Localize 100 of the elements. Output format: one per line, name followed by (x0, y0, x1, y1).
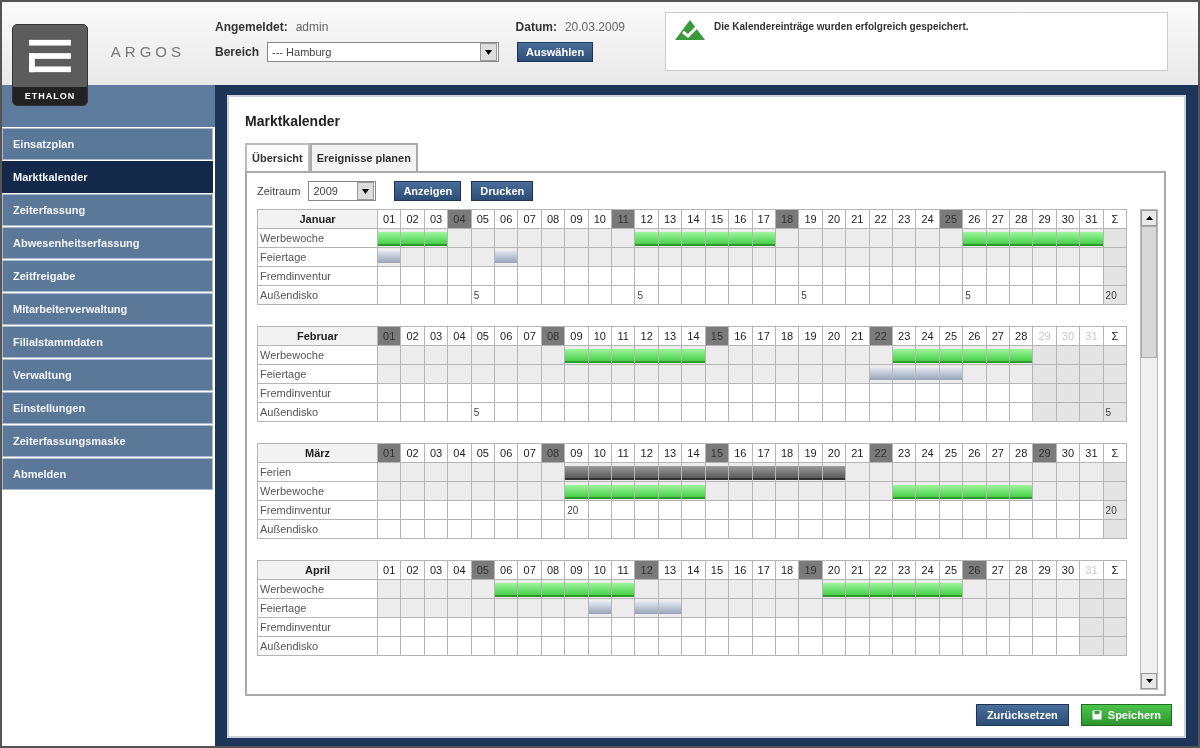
table-cell[interactable]: 20 (564, 500, 589, 520)
sidebar-item[interactable]: Abmelden (2, 458, 213, 490)
day-header: 06 (494, 326, 518, 346)
row-label: Werbewoche (257, 345, 378, 365)
day-header: 25 (939, 326, 963, 346)
day-header: 21 (845, 443, 870, 463)
table-cell[interactable]: 5 (471, 402, 495, 422)
day-header: 02 (400, 560, 425, 580)
day-header: 16 (728, 209, 752, 229)
day-header: 03 (424, 560, 448, 580)
scroll-thumb[interactable] (1141, 226, 1157, 358)
day-header: 17 (752, 560, 776, 580)
day-header: 12 (634, 443, 659, 463)
month-header: Januar (257, 209, 378, 229)
month-header: April (257, 560, 378, 580)
day-header: 22 (869, 209, 893, 229)
sidebar-item[interactable]: Filialstammdaten (2, 326, 213, 358)
dropdown-arrow-icon[interactable] (485, 49, 493, 55)
day-header: 03 (424, 326, 448, 346)
day-header: 01 (377, 326, 401, 346)
day-header: 22 (869, 326, 893, 346)
area-select[interactable]: --- Hamburg (267, 42, 500, 62)
day-header: 15 (705, 560, 729, 580)
day-header: 19 (798, 326, 823, 346)
day-header: 16 (728, 560, 752, 580)
sidebar-item[interactable]: Mitarbeiterverwaltung (2, 293, 213, 325)
day-header: 18 (775, 560, 799, 580)
day-header: 24 (915, 209, 940, 229)
table-cell[interactable]: 5 (798, 285, 823, 305)
day-header: 15 (705, 443, 729, 463)
sidebar-item[interactable]: Marktkalender (2, 161, 213, 193)
success-icon (674, 19, 706, 41)
day-header: 11 (611, 560, 635, 580)
row-label: Außendisko (257, 285, 378, 305)
date-label: Datum: (515, 20, 557, 34)
sidebar-item[interactable]: Zeiterfassungsmaske (2, 425, 213, 457)
sidebar-item[interactable]: Verwaltung (2, 359, 213, 391)
scrollbar[interactable] (1140, 209, 1158, 690)
day-header: 20 (822, 560, 846, 580)
day-header: 09 (564, 209, 589, 229)
row-label: Außendisko (257, 402, 378, 422)
sidebar-item[interactable]: Einstellungen (2, 392, 213, 424)
scroll-down-icon[interactable] (1145, 679, 1153, 683)
day-header: 27 (986, 209, 1010, 229)
day-header: 19 (798, 560, 823, 580)
period-label: Zeitraum (257, 185, 301, 197)
month-header: Februar (257, 326, 378, 346)
day-header: 13 (658, 209, 682, 229)
tab[interactable]: Übersicht (245, 143, 310, 171)
day-header: 04 (447, 209, 472, 229)
tab[interactable]: Ereignisse planen (309, 143, 418, 171)
day-header: 10 (588, 560, 612, 580)
row-label: Werbewoche (257, 481, 378, 501)
sidebar-item[interactable]: Einsatzplan (2, 128, 213, 160)
select-button[interactable]: Auswählen (517, 42, 594, 62)
row-label: Außendisko (257, 519, 378, 539)
day-header: 09 (564, 326, 589, 346)
sidebar-item[interactable]: Abwesenheitserfassung (2, 227, 213, 259)
row-label: Fremdinventur (257, 500, 378, 520)
day-header: 31 (1079, 443, 1104, 463)
day-header: 12 (634, 560, 659, 580)
show-button[interactable]: Anzeigen (394, 181, 462, 201)
sidebar-item[interactable]: Zeitfreigabe (2, 260, 213, 292)
day-header: 25 (939, 209, 963, 229)
day-header: 30 (1056, 209, 1080, 229)
day-header: 08 (541, 443, 565, 463)
day-header: 30 (1056, 443, 1080, 463)
year-select[interactable]: 2009 (308, 181, 377, 201)
day-header: 05 (471, 443, 495, 463)
day-header: 17 (752, 443, 776, 463)
day-header: 11 (611, 209, 635, 229)
table-cell[interactable]: 5 (962, 285, 987, 305)
scroll-up-icon[interactable] (1145, 216, 1153, 220)
day-header: 20 (822, 326, 846, 346)
login-value: admin (295, 20, 329, 34)
row-label: Feiertage (257, 364, 378, 384)
day-header: 06 (494, 443, 518, 463)
table-cell[interactable]: 5 (471, 285, 495, 305)
day-header: 26 (962, 209, 987, 229)
day-header: 03 (424, 209, 448, 229)
dropdown-arrow-icon[interactable] (362, 188, 370, 194)
day-header: 25 (939, 443, 963, 463)
day-header: 14 (681, 209, 706, 229)
day-header: 06 (494, 560, 518, 580)
reset-button[interactable]: Zurücksetzen (975, 704, 1069, 726)
row-label: Werbewoche (257, 579, 378, 599)
day-header: 21 (845, 209, 870, 229)
day-header: 23 (892, 560, 916, 580)
logo-icon (26, 37, 74, 75)
day-header: 02 (400, 209, 425, 229)
day-header: 04 (447, 326, 472, 346)
day-header: 21 (845, 326, 870, 346)
row-label: Feiertage (257, 247, 378, 267)
day-header: 12 (634, 209, 659, 229)
day-header: 10 (588, 209, 612, 229)
table-cell[interactable]: 5 (634, 285, 659, 305)
print-button[interactable]: Drucken (471, 181, 534, 201)
sidebar-item[interactable]: Zeiterfassung (2, 194, 213, 226)
day-header: 08 (541, 209, 565, 229)
save-icon (1091, 710, 1102, 720)
